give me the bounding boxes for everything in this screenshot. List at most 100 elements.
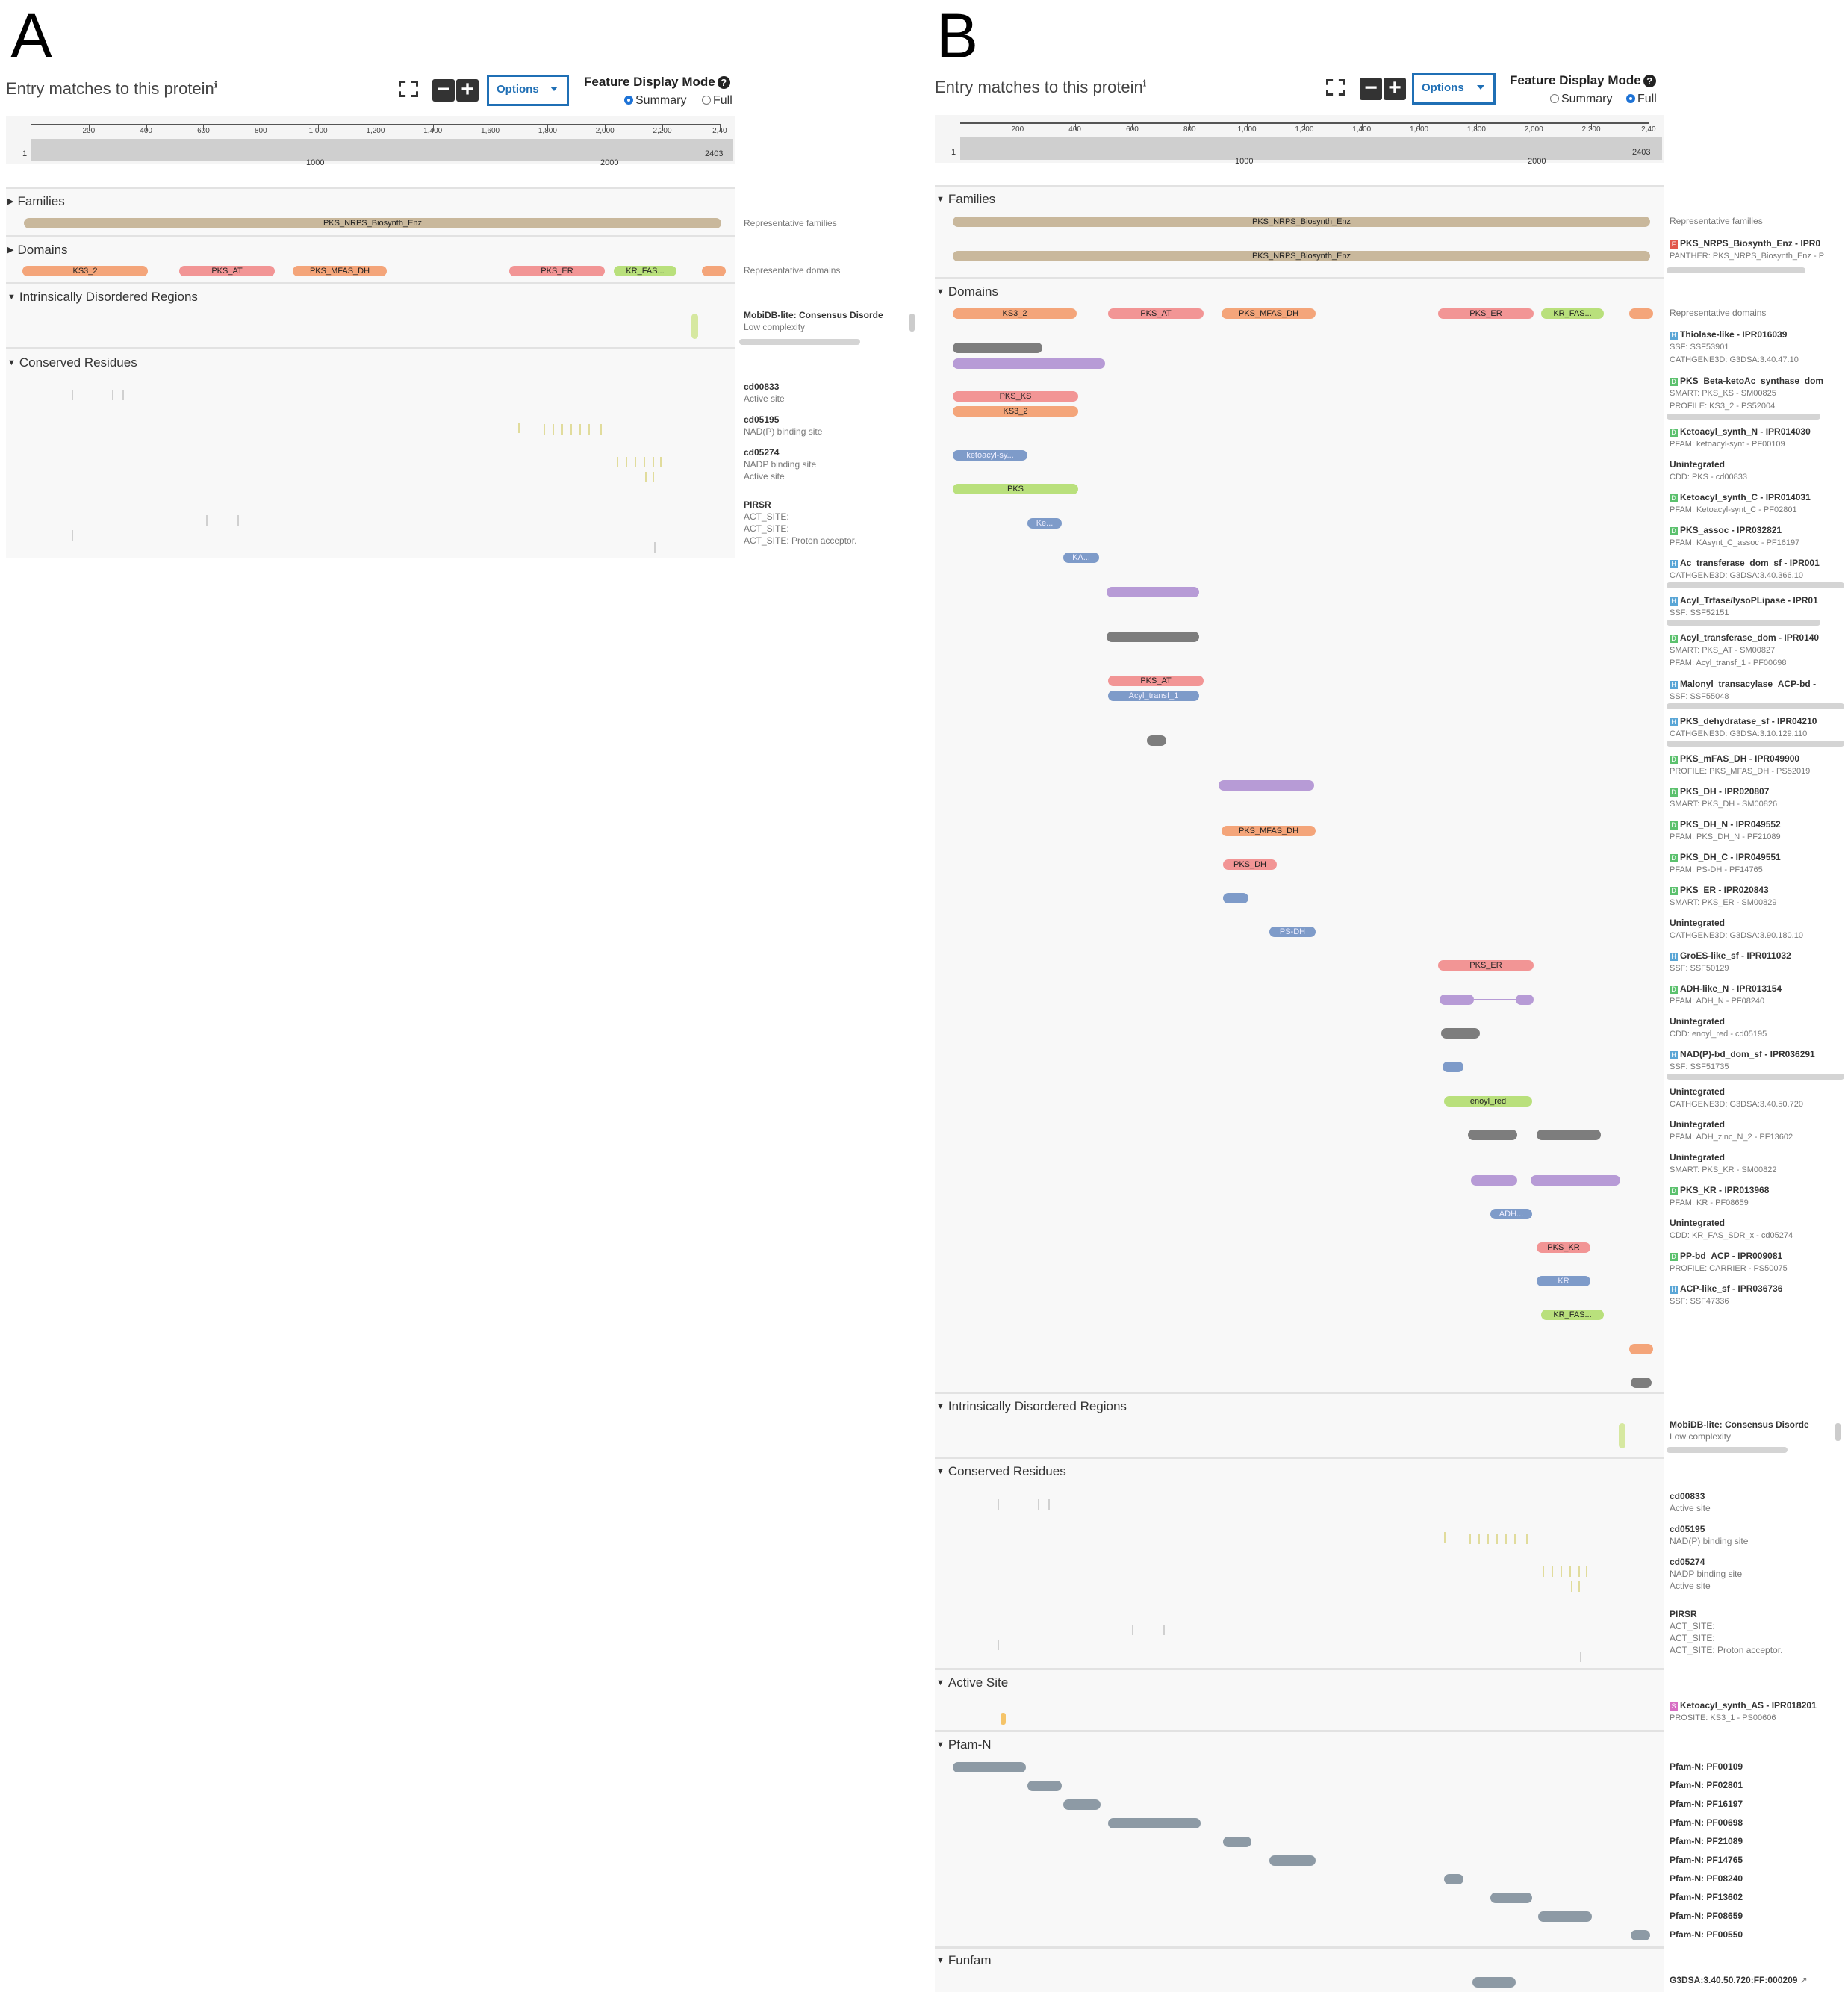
mode-summary-radio[interactable]: Summary [624, 94, 686, 108]
residue-mark[interactable] [1543, 1566, 1544, 1577]
domain-bar[interactable]: PS-DH [1269, 927, 1316, 937]
residue-mark[interactable] [518, 423, 520, 433]
domain-bar[interactable]: KR_FAS... [1541, 1310, 1604, 1320]
domain-bar[interactable]: PKS_ER [1438, 308, 1534, 319]
active-site-mark[interactable] [1001, 1713, 1006, 1725]
domain-bar[interactable] [1223, 893, 1248, 903]
section-families[interactable]: ▼ Families [936, 192, 995, 207]
domain-entry[interactable]: D PKS_assoc - IPR032821 PFAM: KAsynt_C_ass… [1670, 524, 1847, 549]
domain-bar[interactable]: PKS_ER [1438, 960, 1534, 971]
section-conserved[interactable]: ▼ Conserved Residues [936, 1464, 1066, 1479]
section-idr[interactable]: ▼ Intrinsically Disordered Regions [936, 1399, 1127, 1414]
residue-mark[interactable] [1478, 1534, 1480, 1544]
domain-bar-er[interactable]: PKS_ER [509, 266, 605, 276]
pfam-n-label[interactable]: Pfam-N: PF00550 [1670, 1929, 1743, 1940]
sequence-ruler[interactable]: 200 400 600 800 1,000 1,200 1,400 1,600 1,800 2,0… [935, 115, 1664, 166]
residue-mark[interactable] [112, 390, 113, 400]
family-bar[interactable]: PKS_NRPS_Biosynth_Enz [953, 217, 1650, 227]
domain-entry[interactable]: D Ketoacyl_synth_C - IPR014031 PFAM: Ketoa… [1670, 491, 1847, 516]
pfam-n-bar[interactable] [1538, 1911, 1592, 1922]
residue-mark[interactable] [1505, 1534, 1507, 1544]
domain-entry[interactable]: H PKS_dehydratase_sf - IPR04210 CATHGENE3D… [1670, 715, 1847, 740]
section-conserved[interactable]: ▼ Conserved Residues [7, 355, 137, 370]
residue-mark[interactable] [237, 515, 239, 526]
domain-entry[interactable]: D PKS_Beta-ketoAc_synthase_dom SMART: PKS_… [1670, 375, 1847, 412]
pfam-n-bar[interactable] [1108, 1818, 1201, 1828]
domain-entry[interactable]: H ACP-like_sf - IPR036736 SSF: SSF47336 [1670, 1283, 1847, 1307]
mode-full-radio[interactable]: Full [702, 94, 732, 108]
residue-mark[interactable] [72, 390, 73, 400]
pfam-n-bar[interactable] [1490, 1893, 1532, 1903]
domain-bar[interactable] [1516, 995, 1534, 1005]
residue-mark[interactable] [1048, 1499, 1050, 1510]
residue-mark[interactable] [654, 542, 656, 553]
idr-bar[interactable] [1619, 1423, 1625, 1448]
residue-mark[interactable] [553, 424, 554, 435]
domain-bar[interactable]: PKS_AT [1108, 676, 1204, 686]
domain-bar[interactable]: PKS_MFAS_DH [1222, 826, 1316, 836]
residue-mark[interactable] [1526, 1534, 1528, 1544]
domain-bar[interactable]: Ke... [1027, 518, 1062, 529]
residue-mark[interactable] [1586, 1566, 1587, 1577]
pfam-n-bar[interactable] [1631, 1930, 1650, 1940]
idr-scrollbar[interactable] [1667, 1447, 1788, 1453]
entry-scrollbar[interactable] [1667, 1074, 1844, 1080]
zoom-in-button[interactable]: + [456, 78, 479, 102]
domain-entry[interactable]: Unintegrated CDD: enoyl_red - cd05195 [1670, 1015, 1847, 1040]
domain-entry[interactable]: H Acyl_Trfase/lysoPLipase - IPR01 SSF: SSF… [1670, 594, 1847, 619]
pfam-n-label[interactable]: Pfam-N: PF08240 [1670, 1873, 1743, 1884]
domain-bar-kr[interactable]: KR_FAS... [614, 266, 676, 276]
residue-mark[interactable] [1514, 1534, 1516, 1544]
domain-bar[interactable]: ketoacyl-sy... [953, 450, 1027, 461]
pfam-n-label[interactable]: Pfam-N: PF14765 [1670, 1854, 1743, 1866]
pfam-n-label[interactable]: Pfam-N: PF08659 [1670, 1910, 1743, 1922]
section-pfam-n[interactable]: ▼ Pfam-N [936, 1737, 992, 1752]
residue-mark[interactable] [1578, 1581, 1580, 1592]
domain-entry[interactable]: D PP-bd_ACP - IPR009081 PROFILE: CARRIER -… [1670, 1250, 1847, 1274]
domain-bar[interactable]: KR_FAS... [1541, 308, 1604, 319]
residue-mark[interactable] [653, 457, 654, 467]
family-bar[interactable]: PKS_NRPS_Biosynth_Enz [24, 218, 721, 228]
residue-mark[interactable] [998, 1640, 999, 1650]
residue-mark[interactable] [570, 424, 572, 435]
residue-mark[interactable] [644, 457, 645, 467]
domain-bar-at[interactable]: PKS_AT [179, 266, 275, 276]
residue-mark[interactable] [1496, 1534, 1498, 1544]
residue-mark[interactable] [1487, 1534, 1489, 1544]
entry-scrollbar[interactable] [1667, 582, 1844, 588]
domain-bar[interactable]: KA... [1063, 553, 1099, 563]
residue-mark[interactable] [998, 1499, 999, 1510]
domain-bar[interactable]: PKS_AT [1108, 308, 1204, 319]
pfam-n-label[interactable]: Pfam-N: PF02801 [1670, 1779, 1743, 1791]
pfam-n-label[interactable]: Pfam-N: PF16197 [1670, 1798, 1743, 1810]
fullscreen-icon[interactable] [399, 81, 418, 97]
family-entry[interactable]: F PKS_NRPS_Biosynth_Enz - IPR0 PANTHER: PK… [1670, 237, 1847, 262]
domain-bar[interactable]: KR [1537, 1276, 1590, 1286]
mode-summary-radio[interactable]: Summary [1550, 93, 1612, 106]
entry-scrollbar[interactable] [1667, 414, 1820, 420]
section-funfam[interactable]: ▼ Funfam [936, 1953, 992, 1968]
domain-bar[interactable] [1537, 1130, 1601, 1140]
pfam-n-bar[interactable] [1223, 1837, 1251, 1847]
domain-bar[interactable]: PKS_KS [953, 391, 1078, 402]
domain-entry[interactable]: H NAD(P)-bd_dom_sf - IPR036291 SSF: SSF517… [1670, 1048, 1847, 1073]
domain-entry[interactable]: D Acyl_transferase_dom - IPR0140 SMART: PK… [1670, 632, 1847, 669]
entry-scrollbar[interactable] [1667, 741, 1844, 747]
pfam-n-bar[interactable] [953, 1762, 1026, 1772]
zoom-out-button[interactable]: − [432, 78, 455, 102]
family-scrollbar[interactable] [1667, 267, 1805, 273]
pfam-n-bar[interactable] [1063, 1799, 1101, 1810]
pfam-n-bar[interactable] [1027, 1781, 1062, 1791]
domain-bar[interactable]: Acyl_transf_1 [1108, 691, 1199, 701]
options-dropdown[interactable]: Options [1412, 73, 1496, 105]
domain-bar[interactable] [1147, 735, 1166, 746]
zoom-out-button[interactable]: − [1360, 77, 1382, 100]
domain-bar-acp[interactable] [702, 266, 726, 276]
idr-scrollbar[interactable] [739, 339, 860, 345]
domain-bar[interactable] [953, 358, 1105, 369]
residue-mark[interactable] [561, 424, 563, 435]
residue-mark[interactable] [1469, 1534, 1471, 1544]
section-domains[interactable]: ▶ Domains [7, 243, 68, 258]
domain-bar-ks3[interactable]: KS3_2 [22, 266, 148, 276]
domain-entry[interactable]: Unintegrated CDD: PKS - cd00833 [1670, 458, 1847, 483]
